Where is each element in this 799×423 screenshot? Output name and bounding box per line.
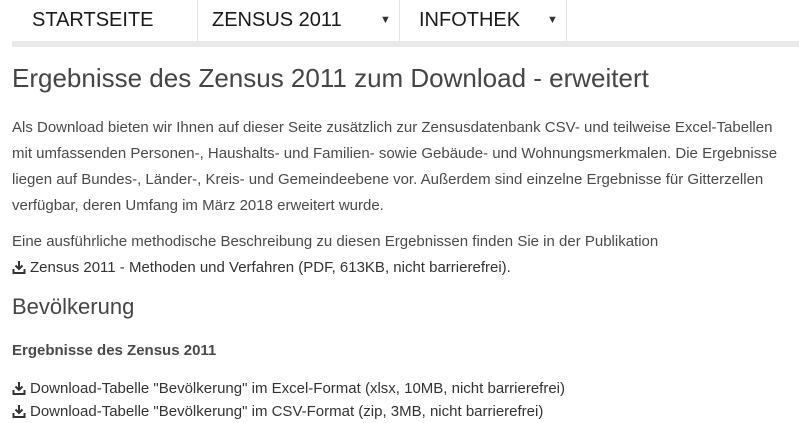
nav-item-zensus-2011[interactable]: ZENSUS 2011 ▼: [198, 0, 400, 41]
nav-item-infothek[interactable]: INFOTHEK ▼: [400, 0, 567, 41]
chevron-down-icon[interactable]: ▼: [380, 0, 391, 41]
download-link-label: Download-Tabelle "Bevölkerung" im CSV-Fo…: [30, 403, 544, 420]
method-link-label: Zensus 2011 - Methoden und Verfahren (PD…: [30, 259, 511, 276]
nav-item-startseite[interactable]: STARTSEITE: [12, 0, 198, 41]
page-title: Ergebnisse des Zensus 2011 zum Download …: [12, 63, 649, 93]
download-link-csv[interactable]: Download-Tabelle "Bevölkerung" im CSV-Fo…: [12, 400, 565, 423]
download-link-label: Download-Tabelle "Bevölkerung" im Excel-…: [30, 380, 566, 397]
nav-divider: [12, 41, 799, 47]
download-icon: [12, 382, 26, 395]
nav-item-label: ZENSUS 2011: [212, 9, 342, 31]
section-subheading: Ergebnisse des Zensus 2011: [12, 342, 217, 359]
nav-item-label: INFOTHEK: [419, 9, 521, 31]
main-navigation: STARTSEITE ZENSUS 2011 ▼ INFOTHEK ▼: [12, 0, 799, 47]
method-text: Eine ausführliche methodische Beschreibu…: [12, 233, 659, 250]
nav-item-label: STARTSEITE: [32, 9, 154, 31]
download-icon: [12, 405, 26, 418]
download-icon: [12, 261, 26, 274]
method-paragraph: Eine ausführliche methodische Beschreibu…: [12, 229, 788, 281]
method-publication-link[interactable]: Zensus 2011 - Methoden und Verfahren (PD…: [12, 255, 788, 281]
intro-paragraph: Als Download bieten wir Ihnen auf dieser…: [12, 119, 778, 214]
download-list: Download-Tabelle "Bevölkerung" im Excel-…: [12, 377, 565, 423]
chevron-down-icon[interactable]: ▼: [547, 0, 558, 41]
download-link-excel[interactable]: Download-Tabelle "Bevölkerung" im Excel-…: [12, 377, 565, 400]
section-heading: Bevölkerung: [12, 294, 135, 319]
